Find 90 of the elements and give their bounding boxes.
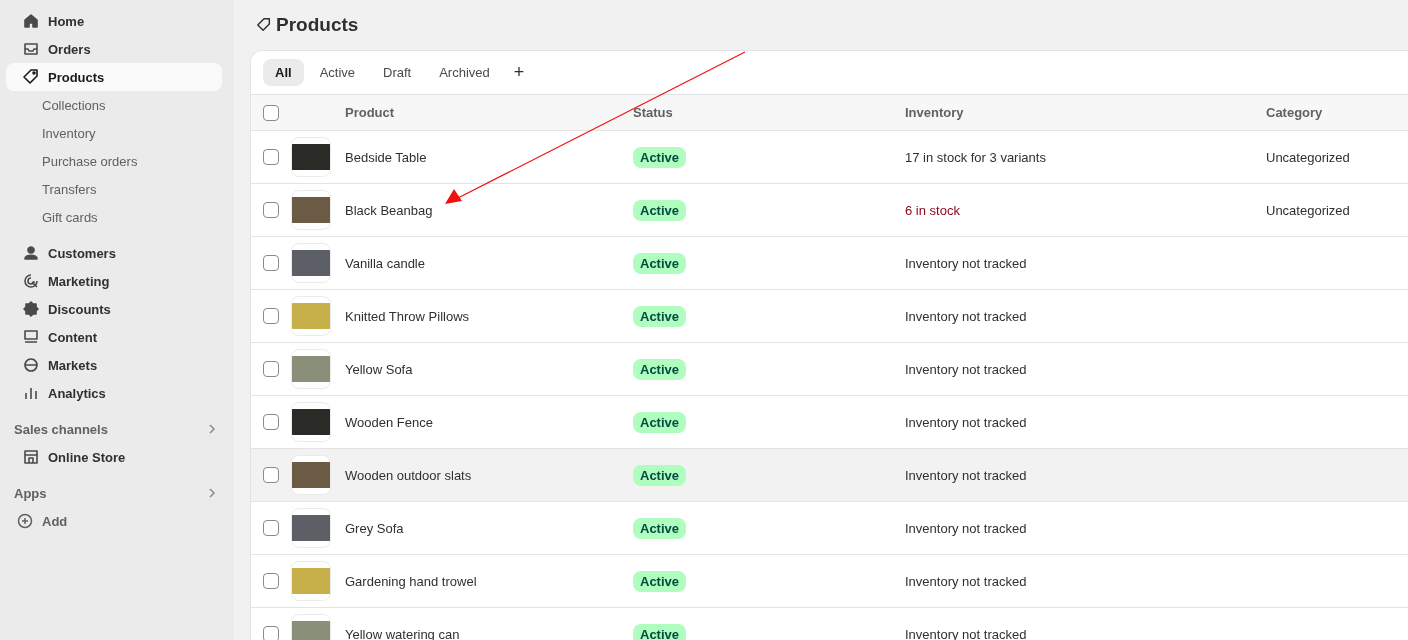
sidebar-item[interactable]: Purchase orders — [6, 147, 222, 175]
tag-icon — [256, 17, 272, 33]
select-all-checkbox[interactable] — [263, 104, 279, 121]
section-header[interactable]: Apps — [14, 479, 216, 507]
sidebar-item[interactable]: Add — [6, 507, 222, 535]
sidebar-item[interactable]: Collections — [6, 91, 222, 119]
status-badge: Active — [633, 464, 687, 486]
home-icon — [22, 12, 40, 30]
person-icon — [22, 244, 40, 262]
inventory-text: Inventory not tracked — [905, 361, 1028, 377]
inventory-text: Inventory not tracked — [905, 308, 1028, 324]
sidebar-item[interactable]: Online Store — [6, 443, 222, 471]
inbox-icon — [22, 40, 40, 58]
status-badge: Active — [633, 623, 687, 640]
inventory-text: 6 in stock — [905, 202, 961, 218]
inventory-text: Inventory not tracked — [905, 255, 1028, 271]
product-name[interactable]: Wooden Fence — [345, 414, 433, 430]
inventory-text: Inventory not tracked — [905, 467, 1028, 483]
row-checkbox[interactable] — [263, 573, 279, 589]
photo-placeholder — [291, 561, 331, 601]
table-row[interactable]: Wooden outdoor slats Active Inventory not tracked — [251, 449, 1408, 502]
photo-placeholder — [291, 508, 331, 548]
sidebar-item[interactable]: Transfers — [6, 175, 222, 203]
status-badge: Active — [633, 146, 687, 168]
filter-tab[interactable]: Draft — [371, 59, 424, 86]
row-checkbox[interactable] — [263, 361, 279, 377]
status-badge: Active — [633, 517, 687, 539]
product-name[interactable]: Black Beanbag — [345, 202, 433, 218]
sidebar-item[interactable]: Orders — [6, 35, 222, 63]
sidebar-item[interactable]: Discounts — [6, 295, 222, 323]
photo-placeholder — [291, 243, 331, 283]
sidebar-item[interactable]: Inventory — [6, 119, 222, 147]
category-text: Uncategorized — [1266, 202, 1350, 218]
status-badge: Active — [633, 570, 687, 592]
sidebar-item[interactable]: Content — [6, 323, 222, 351]
column-header[interactable]: Category — [1266, 105, 1323, 120]
sidebar-item[interactable]: Home — [6, 7, 222, 35]
status-badge: Active — [633, 305, 687, 327]
plus-circle-icon — [16, 512, 34, 530]
row-checkbox[interactable] — [263, 149, 279, 165]
storefront-icon — [22, 448, 40, 466]
photo-placeholder — [291, 190, 331, 230]
sidebar-item[interactable]: Markets — [6, 351, 222, 379]
row-checkbox[interactable] — [263, 520, 279, 536]
product-name[interactable]: Wooden outdoor slats — [345, 467, 472, 483]
product-name[interactable]: Grey Sofa — [345, 520, 404, 536]
row-checkbox[interactable] — [263, 626, 279, 640]
section-header[interactable]: Sales channels — [14, 415, 216, 443]
filter-tab[interactable]: Archived — [427, 59, 502, 86]
status-badge: Active — [633, 411, 687, 433]
inventory-text: Inventory not tracked — [905, 414, 1028, 430]
product-name[interactable]: Vanilla candle — [345, 255, 425, 271]
inventory-text: Inventory not tracked — [905, 520, 1028, 536]
product-name[interactable]: Knitted Throw Pillows — [345, 308, 470, 324]
column-header[interactable]: Status — [633, 105, 905, 120]
column-header[interactable]: Inventory — [905, 105, 1266, 120]
tag-icon — [22, 68, 40, 86]
photo-placeholder — [291, 402, 331, 442]
status-badge: Active — [633, 252, 687, 274]
sidebar-item[interactable]: Analytics — [6, 379, 222, 407]
target-icon — [22, 272, 40, 290]
photo-placeholder — [291, 296, 331, 336]
sidebar-item[interactable]: Gift cards — [6, 203, 222, 231]
status-badge: Active — [633, 358, 687, 380]
sidebar-item[interactable]: Products — [6, 63, 222, 91]
product-name[interactable]: Gardening hand trowel — [345, 573, 477, 589]
sidebar-item[interactable]: Marketing — [6, 267, 222, 295]
row-checkbox[interactable] — [263, 202, 279, 218]
filter-tab[interactable]: Active — [307, 59, 368, 86]
inventory-text: Inventory not tracked — [905, 573, 1028, 589]
row-checkbox[interactable] — [263, 308, 279, 324]
product-name[interactable]: Bedside Table — [345, 149, 427, 165]
chevron-right-icon — [208, 487, 216, 499]
row-checkbox[interactable] — [263, 414, 279, 430]
column-header[interactable]: Product — [345, 105, 633, 120]
status-badge: Active — [633, 199, 687, 221]
photo-placeholder — [291, 137, 331, 177]
inventory-text: 17 in stock for 3 variants — [905, 149, 1047, 165]
monitor-icon — [22, 328, 40, 346]
photo-placeholder — [291, 349, 331, 389]
photo-placeholder — [291, 455, 331, 495]
chevron-right-icon — [208, 423, 216, 435]
row-checkbox[interactable] — [263, 467, 279, 483]
category-text: Uncategorized — [1266, 149, 1350, 165]
page-title: Products — [276, 14, 359, 36]
sidebar-item[interactable]: Customers — [6, 239, 222, 267]
filter-tab[interactable]: All — [263, 59, 304, 86]
product-name[interactable]: Yellow Sofa — [345, 361, 413, 377]
add-view-button[interactable]: + — [505, 60, 533, 85]
row-checkbox[interactable] — [263, 255, 279, 271]
